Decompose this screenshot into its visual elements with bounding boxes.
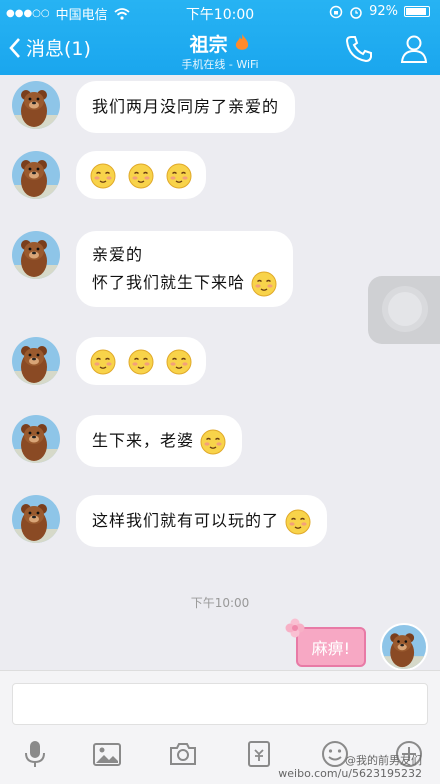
- smile-emoji-icon: [128, 349, 154, 375]
- message-bubble[interactable]: 亲爱的 怀了我们就生下来哈: [76, 231, 294, 307]
- watermark: @我的前男友们 weibo.com/u/5623195232: [278, 754, 422, 780]
- message-text: 这样我们就有可以玩的了: [92, 511, 280, 530]
- alarm-icon: [350, 6, 362, 19]
- message-text: 我们两月没同房了亲爱的: [92, 97, 280, 116]
- image-icon[interactable]: [92, 739, 122, 769]
- contact-avatar[interactable]: [12, 415, 60, 463]
- watermark-line2: weibo.com/u/5623195232: [278, 767, 422, 780]
- message-row: 我们两月没同房了亲爱的: [12, 81, 296, 133]
- message-text: 怀了我们就生下来哈: [92, 273, 246, 292]
- profile-icon[interactable]: [400, 34, 428, 64]
- message-bubble[interactable]: 生下来，老婆: [76, 415, 243, 467]
- my-avatar[interactable]: [380, 623, 428, 671]
- contact-avatar[interactable]: [12, 231, 60, 279]
- message-bubble[interactable]: [76, 337, 207, 385]
- outgoing-bubble[interactable]: 麻痹!: [285, 618, 366, 667]
- smile-emoji-icon: [90, 349, 116, 375]
- message-input[interactable]: [12, 683, 428, 725]
- message-row: 生下来，老婆: [12, 415, 243, 467]
- phone-icon[interactable]: [344, 34, 374, 64]
- outgoing-message-row: 麻痹!: [285, 618, 428, 671]
- blush-emoji-icon: [166, 163, 192, 189]
- message-bubble[interactable]: 这样我们就有可以玩的了: [76, 495, 328, 547]
- message-text: 亲爱的: [92, 245, 144, 264]
- contact-avatar[interactable]: [12, 151, 60, 199]
- smile-emoji-icon: [200, 429, 226, 455]
- contact-avatar[interactable]: [12, 337, 60, 385]
- message-row: 这样我们就有可以玩的了: [12, 495, 328, 547]
- blush-emoji-icon: [128, 163, 154, 189]
- message-text: 生下来，老婆: [92, 431, 195, 450]
- assistive-touch-button[interactable]: [368, 276, 440, 344]
- input-bar: @我的前男友们 weibo.com/u/5623195232: [0, 670, 440, 784]
- blush-emoji-icon: [285, 509, 311, 535]
- chat-area[interactable]: 我们两月没同房了亲爱的 亲爱的 怀了我们就生下来哈 生下来，老婆 这样我们就有可…: [0, 75, 440, 671]
- smile-emoji-icon: [166, 349, 192, 375]
- flower-icon: [285, 618, 305, 638]
- contact-avatar[interactable]: [12, 495, 60, 543]
- blush-emoji-icon: [90, 163, 116, 189]
- blush-emoji-icon: [251, 271, 277, 297]
- flame-icon: [236, 34, 249, 50]
- message-row: 亲爱的 怀了我们就生下来哈: [12, 231, 294, 307]
- message-timestamp: 下午10:00: [190, 596, 250, 610]
- message-bubble[interactable]: [76, 151, 207, 199]
- red-packet-icon[interactable]: [244, 739, 274, 769]
- status-bar: ●●●○○ 中国电信 下午10:00 92%: [0, 0, 440, 24]
- lock-rotation-icon: [329, 5, 343, 18]
- message-row: [12, 337, 207, 385]
- contact-name: 祖宗: [189, 34, 228, 56]
- battery-icon: [404, 6, 430, 17]
- top-bar: ●●●○○ 中国电信 下午10:00 92% 消息(1) 祖宗 手机在线 - W…: [0, 0, 440, 75]
- battery-percent: 92%: [369, 4, 398, 19]
- microphone-icon[interactable]: [20, 739, 50, 769]
- watermark-line1: @我的前男友们: [345, 754, 422, 767]
- message-row: [12, 151, 207, 199]
- outgoing-text: 麻痹!: [311, 639, 350, 658]
- message-bubble[interactable]: 我们两月没同房了亲爱的: [76, 81, 296, 133]
- contact-avatar[interactable]: [12, 81, 60, 129]
- nav-bar: 消息(1) 祖宗 手机在线 - WiFi: [0, 24, 440, 75]
- camera-icon[interactable]: [168, 739, 198, 769]
